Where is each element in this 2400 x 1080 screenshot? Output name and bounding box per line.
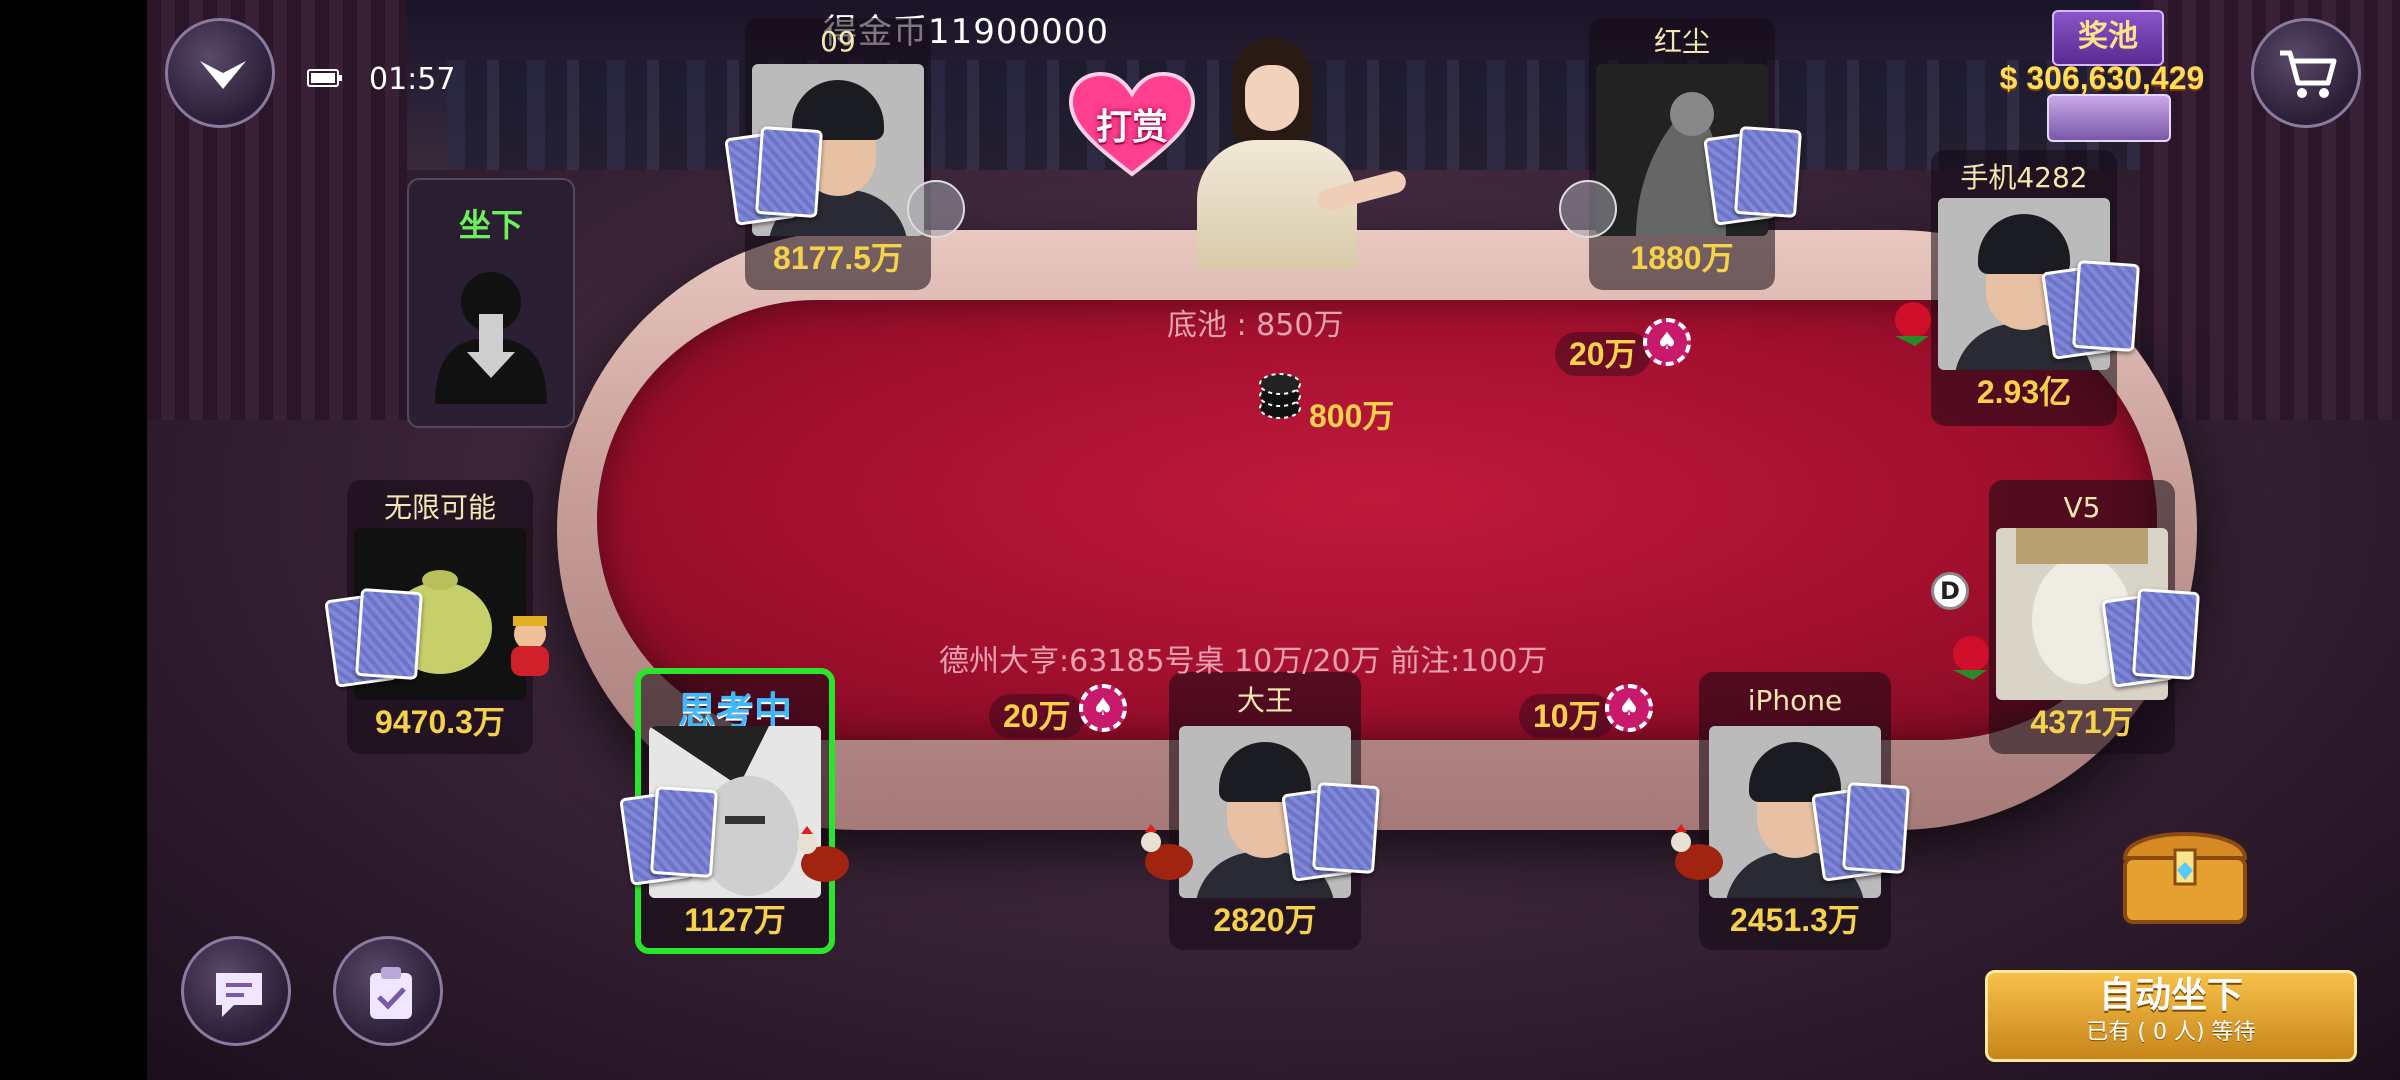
player-chips: 2.93亿 bbox=[1976, 374, 2072, 410]
cocktail-icon[interactable] bbox=[1559, 180, 1617, 238]
hole-cards bbox=[619, 785, 718, 886]
battery-icon bbox=[307, 69, 342, 87]
spade-chip-icon: ♠ bbox=[1605, 684, 1653, 732]
pot-bet: 800万 bbox=[1309, 398, 1395, 434]
hole-cards bbox=[2101, 587, 2200, 688]
player-name: 无限可能 bbox=[383, 491, 496, 524]
sitdown-label: 坐下 bbox=[458, 206, 523, 244]
player-bet: 10万 bbox=[1519, 694, 1615, 738]
auto-sit-button[interactable]: 自动坐下 已有 ( 0 人) 等待 bbox=[1985, 970, 2357, 1062]
cart-icon bbox=[2280, 50, 2337, 98]
player-chips: 2820万 bbox=[1213, 902, 1317, 938]
player-name: V5 bbox=[2063, 491, 2101, 524]
clipboard-check-icon bbox=[370, 967, 412, 1019]
fortune-god-icon bbox=[511, 616, 549, 676]
chevron-down-icon bbox=[200, 61, 246, 89]
player-name: iPhone bbox=[1747, 684, 1843, 717]
auto-sit-subtitle: 已有 ( 0 人) 等待 bbox=[2086, 1020, 2256, 1045]
jackpot-box bbox=[2047, 94, 2171, 142]
rose-icon bbox=[1953, 636, 1989, 680]
silhouette-icon bbox=[435, 272, 547, 404]
tip-button[interactable]: 打赏 bbox=[1067, 70, 1197, 180]
hole-cards bbox=[2041, 259, 2140, 360]
player-chips: 9470.3万 bbox=[375, 704, 505, 740]
jackpot[interactable]: 奖池 $ 306,630,429 bbox=[1977, 10, 2227, 142]
empty-seat-sitdown[interactable]: 坐下 bbox=[407, 178, 575, 428]
hole-cards bbox=[724, 125, 823, 226]
player-bet: 20万 bbox=[1555, 332, 1651, 376]
chat-icon bbox=[216, 973, 262, 1017]
hole-cards bbox=[1811, 781, 1910, 882]
pot-total: 底池 : 850万 bbox=[1167, 308, 1344, 343]
game-screen: 打赏 01:57 得金币11900000 奖池 $ 306,630,429 坐下 bbox=[147, 0, 2400, 1080]
rooster-icon bbox=[1141, 824, 1193, 880]
player-chips: 8177.5万 bbox=[773, 240, 903, 276]
player-chips: 2451.3万 bbox=[1730, 902, 1860, 938]
hole-cards bbox=[324, 587, 423, 688]
player-name: 09 bbox=[820, 25, 856, 58]
rooster-icon bbox=[797, 826, 849, 882]
dealer-button: D bbox=[1931, 572, 1969, 610]
shop-cart-button[interactable] bbox=[2251, 18, 2361, 128]
player-name: 手机4282 bbox=[1960, 161, 2088, 194]
spade-chip-icon: ♠ bbox=[1643, 318, 1691, 366]
player-bet: 20万 bbox=[989, 694, 1085, 738]
treasure-chest-icon[interactable] bbox=[2115, 808, 2255, 928]
player-name: 红尘 bbox=[1653, 25, 1710, 58]
player-chips: 4371万 bbox=[2030, 704, 2134, 740]
rooster-icon bbox=[1671, 824, 1723, 880]
cocktail-icon[interactable] bbox=[907, 180, 965, 238]
spade-chip-icon: ♠ bbox=[1079, 684, 1127, 732]
status-time: 01:57 bbox=[369, 62, 456, 97]
jackpot-label: 奖池 bbox=[2052, 10, 2164, 66]
hole-cards bbox=[1281, 781, 1380, 882]
player-name: 大王 bbox=[1236, 684, 1293, 717]
jackpot-amount: $ 306,630,429 bbox=[1999, 60, 2205, 96]
tip-label: 打赏 bbox=[1095, 107, 1168, 148]
table-info: 德州大亨:63185号桌 10万/20万 前注:100万 bbox=[939, 644, 1548, 679]
chat-button[interactable] bbox=[181, 936, 291, 1046]
menu-button[interactable] bbox=[165, 18, 275, 128]
tasks-button[interactable] bbox=[333, 936, 443, 1046]
hole-cards bbox=[1703, 125, 1802, 226]
player-chips: 1127万 bbox=[684, 902, 786, 938]
player-chips: 1880万 bbox=[1630, 240, 1734, 276]
auto-sit-title: 自动坐下 bbox=[2098, 975, 2243, 1016]
dealer-face bbox=[1245, 65, 1299, 131]
rose-icon bbox=[1895, 302, 1931, 346]
